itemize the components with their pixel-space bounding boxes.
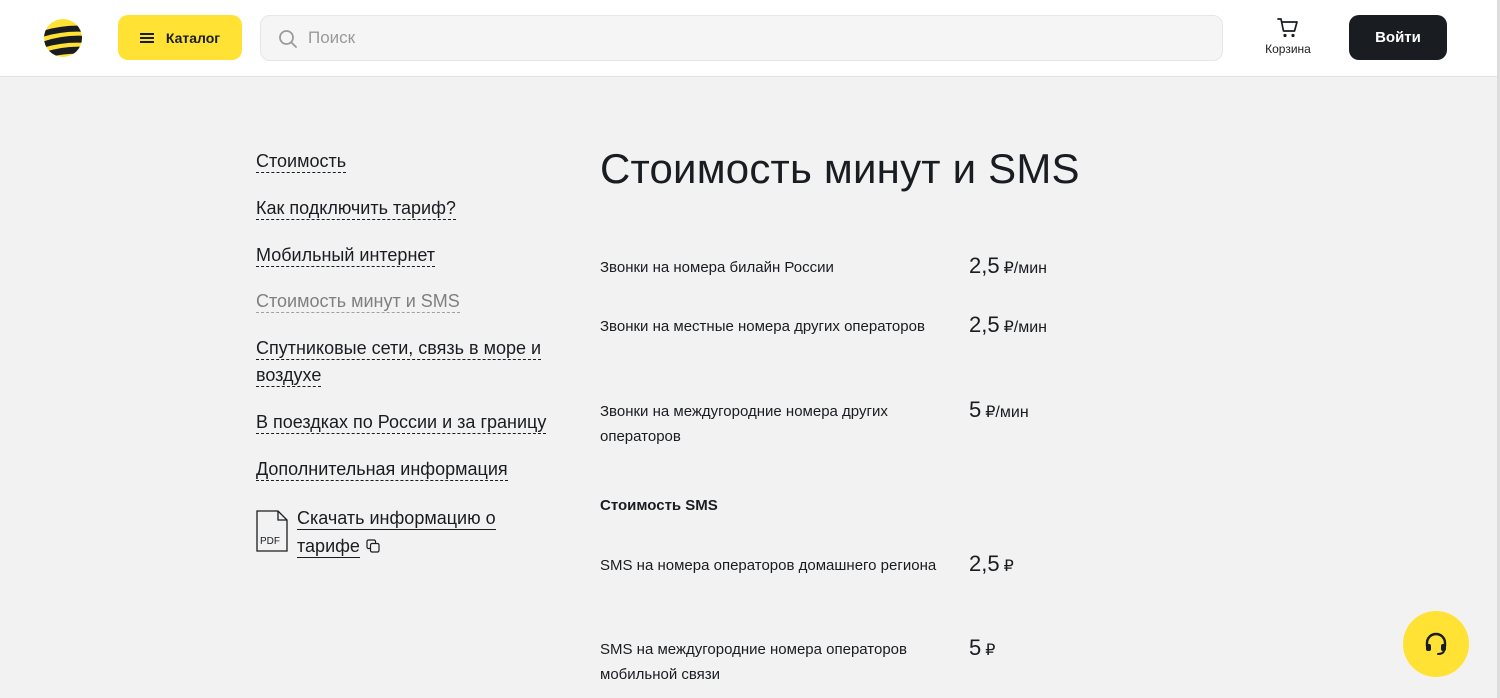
call-row-price: 2,5 ₽/мин bbox=[969, 253, 1047, 279]
call-row-price: 5 ₽/мин bbox=[969, 397, 1029, 423]
page-title: Стоимость минут и SMS bbox=[600, 145, 1080, 192]
sidenav-item-satellite[interactable]: Спутниковые сети, связь в море и воздухе bbox=[256, 335, 546, 389]
burger-menu-icon bbox=[139, 32, 154, 43]
sidenav-item-travel[interactable]: В поездках по России и за границу bbox=[256, 409, 556, 436]
call-row-price: 2,5 ₽/мин bbox=[969, 312, 1047, 338]
support-chat-button[interactable] bbox=[1403, 611, 1469, 677]
catalog-button[interactable]: Каталог bbox=[118, 15, 242, 60]
sidenav-item-minutes-sms[interactable]: Стоимость минут и SMS bbox=[256, 288, 556, 315]
pdf-download: PDF Скачать информацию о тарифе bbox=[256, 504, 556, 564]
call-row-label: Звонки на междугородние номера других оп… bbox=[600, 403, 888, 445]
headset-icon bbox=[1425, 632, 1447, 655]
login-button[interactable]: Войти bbox=[1349, 15, 1447, 60]
catalog-label: Каталог bbox=[165, 29, 221, 46]
price-value: 5 bbox=[969, 397, 982, 422]
sms-row-price: 2,5 ₽ bbox=[969, 551, 1014, 577]
sidenav-item-cost[interactable]: Стоимость bbox=[256, 148, 556, 175]
price-unit: ₽/мин bbox=[1003, 260, 1047, 277]
price-unit: ₽/мин bbox=[1003, 319, 1047, 336]
sms-row-price: 5 ₽ bbox=[969, 635, 995, 661]
pdf-icon-label: PDF bbox=[260, 536, 280, 547]
sms-row-label: SMS на междугородние номера операторов м… bbox=[600, 641, 907, 683]
sidenav-item-mobile-internet[interactable]: Мобильный интернет bbox=[256, 242, 556, 269]
sidenav-item-additional-info[interactable]: Дополнительная информация bbox=[256, 456, 556, 483]
search-input[interactable] bbox=[308, 16, 1208, 60]
price-value: 2,5 bbox=[969, 253, 1000, 278]
search-box[interactable] bbox=[260, 15, 1223, 61]
price-value: 5 bbox=[969, 635, 982, 660]
beeline-logo[interactable] bbox=[43, 18, 83, 58]
cart-button[interactable]: Корзина bbox=[1258, 17, 1318, 61]
call-row-label: Звонки на местные номера других оператор… bbox=[600, 318, 925, 335]
copy-icon bbox=[366, 539, 380, 553]
price-unit: ₽ bbox=[1003, 558, 1014, 575]
sidenav-item-how-to-connect[interactable]: Как подключить тариф? bbox=[256, 195, 556, 222]
search-icon bbox=[279, 30, 297, 48]
call-row-label: Звонки на номера билайн России bbox=[600, 259, 834, 276]
price-value: 2,5 bbox=[969, 312, 1000, 337]
price-unit: ₽/мин bbox=[985, 404, 1029, 421]
sms-row-label: SMS на номера операторов домашнего регио… bbox=[600, 557, 937, 574]
site-header: Каталог Корзина Войти bbox=[0, 0, 1500, 77]
sms-section-heading: Стоимость SMS bbox=[600, 497, 718, 514]
download-tariff-link[interactable]: Скачать информацию о тарифе bbox=[297, 504, 547, 560]
price-unit: ₽ bbox=[985, 642, 996, 659]
price-value: 2,5 bbox=[969, 551, 1000, 576]
cart-icon bbox=[1277, 18, 1298, 38]
pdf-file-icon: PDF bbox=[256, 510, 288, 552]
cart-label: Корзина bbox=[1265, 42, 1311, 56]
